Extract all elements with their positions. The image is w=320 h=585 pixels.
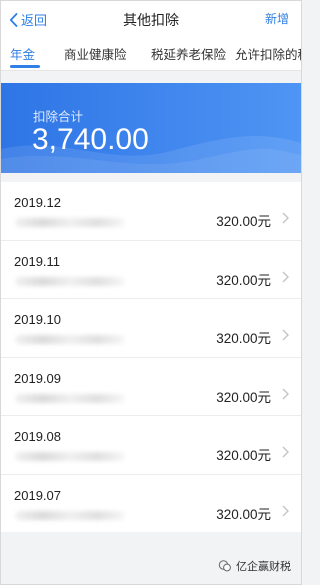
tab-annuity[interactable]: 年金 — [10, 44, 35, 63]
record-period: 2019.10 — [14, 312, 61, 327]
record-row[interactable]: 2019.12 320.00元 — [1, 182, 301, 241]
app-screen: 返回 其他扣除 新增 年金 商业健康险 税延养老保险 允许扣除的税费 扣除合计 … — [0, 0, 302, 585]
record-period: 2019.12 — [14, 195, 61, 210]
record-row[interactable]: 2019.08 320.00元 — [1, 416, 301, 475]
chevron-right-icon — [282, 388, 289, 399]
redacted-detail — [15, 452, 125, 461]
tab-tax-deferred-pension-insurance[interactable]: 税延养老保险 — [151, 44, 226, 63]
deduction-total-banner: 扣除合计 3,740.00 — [1, 83, 301, 173]
wechat-logo-icon — [218, 560, 231, 572]
redacted-detail — [15, 335, 125, 344]
tab-commercial-health-insurance[interactable]: 商业健康险 — [64, 44, 127, 63]
record-amount: 320.00元 — [216, 448, 271, 463]
deduction-record-list: 2019.12 320.00元 2019.11 320.00元 2019.10 … — [1, 182, 301, 532]
redacted-detail — [15, 393, 125, 403]
record-amount: 320.00元 — [216, 331, 271, 346]
record-row[interactable]: 2019.11 320.00元 — [1, 241, 301, 299]
record-row[interactable]: 2019.10 320.00元 — [1, 299, 301, 358]
chevron-right-icon — [282, 505, 289, 516]
chevron-right-icon — [282, 329, 289, 341]
record-row[interactable]: 2019.09 320.00元 — [1, 358, 301, 416]
record-row[interactable]: 2019.07 320.00元 — [1, 475, 301, 533]
add-button[interactable]: 新增 — [265, 10, 289, 27]
redacted-detail — [15, 276, 125, 286]
record-period: 2019.08 — [14, 429, 61, 444]
chevron-right-icon — [282, 446, 289, 458]
record-period: 2019.07 — [14, 487, 61, 503]
navigation-bar: 返回 其他扣除 新增 — [1, 1, 301, 37]
watermark-text: 亿企赢财税 — [236, 560, 291, 573]
category-tabs: 年金 商业健康险 税延养老保险 允许扣除的税费 — [1, 37, 301, 71]
record-amount: 320.00元 — [216, 272, 271, 288]
record-amount: 320.00元 — [216, 506, 271, 522]
record-period: 2019.11 — [14, 253, 61, 269]
active-tab-indicator — [10, 65, 40, 68]
chevron-right-icon — [282, 271, 289, 282]
chevron-right-icon — [282, 212, 289, 224]
redacted-detail — [15, 510, 125, 520]
record-period: 2019.09 — [14, 370, 61, 386]
record-amount: 320.00元 — [216, 389, 271, 405]
page-title: 其他扣除 — [123, 13, 179, 29]
tab-deductible-taxes[interactable]: 允许扣除的税费 — [235, 44, 301, 63]
watermark: 亿企赢财税 — [218, 558, 291, 574]
total-amount: 3,740.00 — [32, 123, 149, 156]
record-amount: 320.00元 — [216, 214, 271, 229]
redacted-detail — [15, 218, 125, 227]
